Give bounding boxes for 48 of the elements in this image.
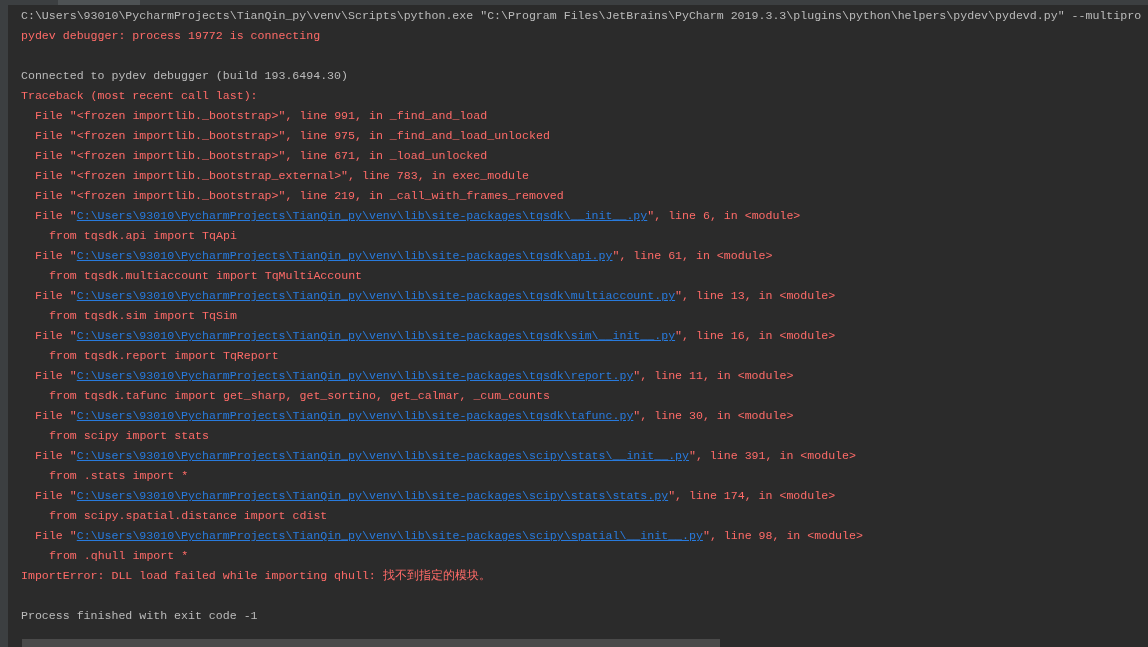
file-path-link[interactable]: C:\Users\93010\PycharmProjects\TianQin_py\venv\lib\site-packages\scipy\spatial\__init__.py <box>76 527 703 545</box>
source-code-line: from tqsdk.multiaccount import TqMultiAccount <box>49 268 363 285</box>
error-output-line: pydev debugger: process 19772 is connecting <box>21 28 321 45</box>
file-path-link[interactable]: C:\Users\93010\PycharmProjects\TianQin_py\venv\lib\site-packages\tqsdk\__init__.py <box>76 207 648 225</box>
console-output-line: Process finished with exit code -1 <box>21 608 258 625</box>
console-output-line: Connected to pydev debugger (build 193.6494.30) <box>21 68 348 85</box>
traceback-frame-text: ", line 6, in <module> <box>647 208 801 225</box>
file-path-link[interactable]: C:\Users\93010\PycharmProjects\TianQin_py\venv\lib\site-packages\tqsdk\report.py <box>76 367 634 385</box>
traceback-frame-text: ", line 16, in <module> <box>675 328 836 345</box>
traceback-frame-text: ", line 61, in <module> <box>612 248 773 265</box>
file-path-link[interactable]: C:\Users\93010\PycharmProjects\TianQin_py\venv\lib\site-packages\scipy\stats\__init__.py <box>76 447 689 465</box>
traceback-frame-text: ", line 98, in <module> <box>702 528 863 545</box>
file-path-link[interactable]: C:\Users\93010\PycharmProjects\TianQin_py\venv\lib\site-packages\tqsdk\multiaccount.py <box>76 287 676 305</box>
traceback-frame-line: File "<frozen importlib._bootstrap>", line 991, in _find_and_load <box>35 108 488 125</box>
traceback-frame-line: File "<frozen importlib._bootstrap>", line 975, in _find_and_load_unlocked <box>35 128 550 145</box>
error-output-line: ImportError: DLL load failed while importing qhull: 找不到指定的模块。 <box>21 568 491 585</box>
file-path-link[interactable]: C:\Users\93010\PycharmProjects\TianQin_py\venv\lib\site-packages\scipy\stats\stats.py <box>76 487 669 505</box>
source-code-line: from scipy import stats <box>49 428 210 445</box>
traceback-frame-text: File " <box>35 528 77 545</box>
traceback-frame-text: File " <box>35 248 77 265</box>
console-output-line: C:\Users\93010\PycharmProjects\TianQin_py\venv\Scripts\python.exe "C:\Program Files\JetBrains\PyCharm 2019.3.3\plugins\python\helpers\pydev\pydevd.py" --multipro <box>21 8 1142 25</box>
file-path-link[interactable]: C:\Users\93010\PycharmProjects\TianQin_py\venv\lib\site-packages\tqsdk\sim\__init__.py <box>76 327 676 345</box>
file-path-link[interactable]: C:\Users\93010\PycharmProjects\TianQin_py\venv\lib\site-packages\tqsdk\tafunc.py <box>76 407 634 425</box>
traceback-frame-text: File " <box>35 448 77 465</box>
traceback-frame-line: File "<frozen importlib._bootstrap_external>", line 783, in exec_module <box>35 168 529 185</box>
error-output-line: Traceback (most recent call last): <box>21 88 258 105</box>
traceback-frame-text: ", line 174, in <module> <box>668 488 836 505</box>
source-code-line: from .stats import * <box>49 468 189 485</box>
horizontal-scrollbar-thumb[interactable] <box>22 639 720 647</box>
source-code-line: from tqsdk.sim import TqSim <box>49 308 237 325</box>
source-code-line: from tqsdk.api import TqApi <box>49 228 237 245</box>
file-path-link[interactable]: C:\Users\93010\PycharmProjects\TianQin_py\venv\lib\site-packages\tqsdk\api.py <box>76 247 613 265</box>
traceback-frame-text: File " <box>35 208 77 225</box>
traceback-frame-text: ", line 391, in <module> <box>689 448 856 465</box>
traceback-frame-line: File "<frozen importlib._bootstrap>", line 671, in _load_unlocked <box>35 148 488 165</box>
traceback-frame-text: File " <box>35 328 77 345</box>
traceback-frame-text: File " <box>35 368 77 385</box>
source-code-line: from tqsdk.tafunc import get_sharp, get_sortino, get_calmar, _cum_counts <box>49 388 550 405</box>
traceback-frame-line: File "<frozen importlib._bootstrap>", line 219, in _call_with_frames_removed <box>35 188 564 205</box>
traceback-frame-text: File " <box>35 488 77 505</box>
source-code-line: from .qhull import * <box>49 548 189 565</box>
traceback-frame-text: File " <box>35 408 77 425</box>
traceback-frame-text: ", line 11, in <module> <box>633 368 794 385</box>
traceback-frame-text: ", line 30, in <module> <box>633 408 794 425</box>
traceback-frame-text: File " <box>35 288 77 305</box>
traceback-frame-text: ", line 13, in <module> <box>675 288 836 305</box>
source-code-line: from scipy.spatial.distance import cdist <box>49 508 328 525</box>
source-code-line: from tqsdk.report import TqReport <box>49 348 279 365</box>
